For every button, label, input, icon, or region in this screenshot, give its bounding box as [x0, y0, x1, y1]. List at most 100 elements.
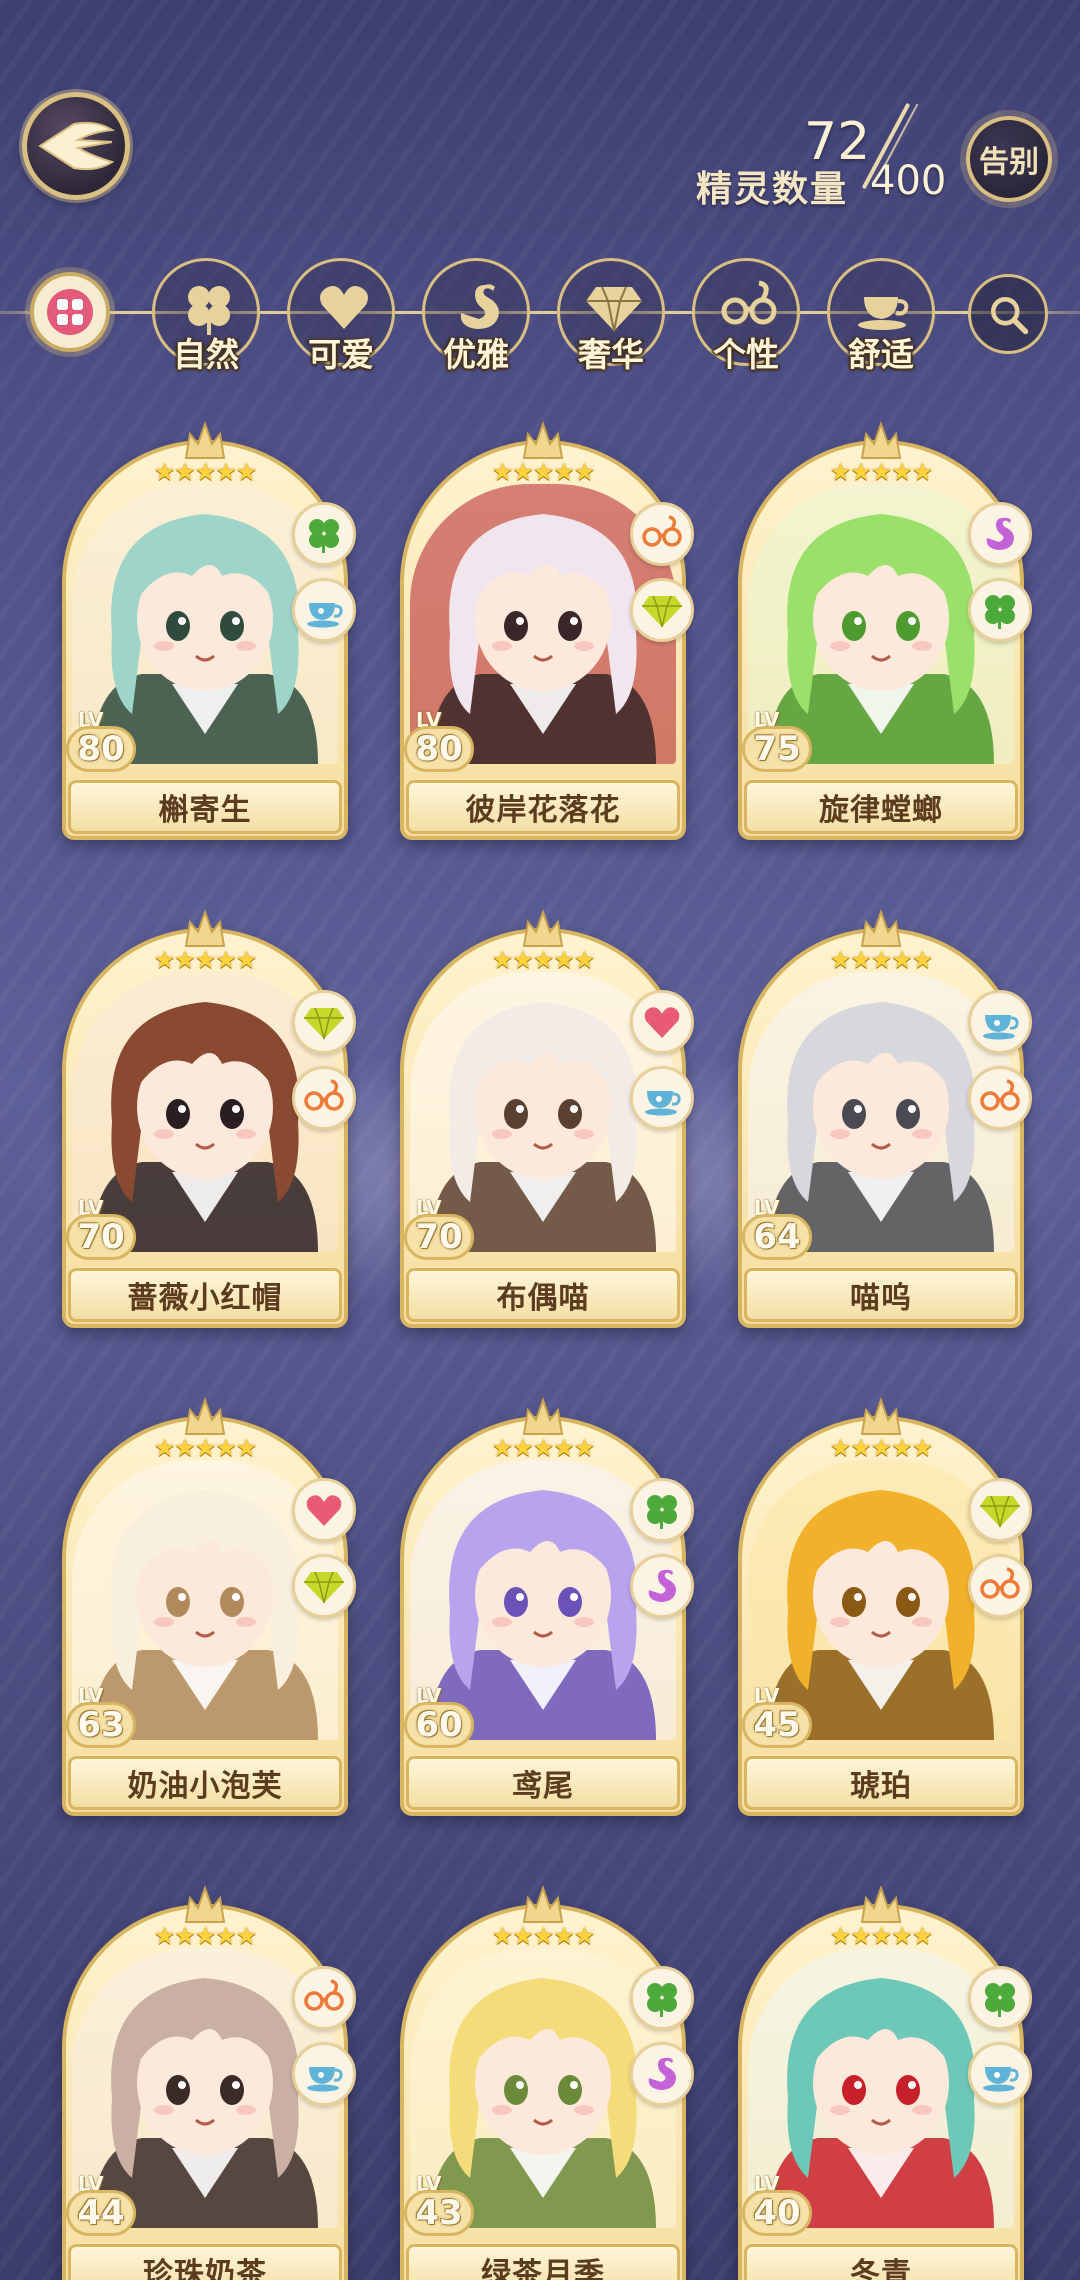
- spirit-card[interactable]: ★★★★★ LV 80 槲寄生: [62, 420, 356, 840]
- back-button[interactable]: [22, 92, 130, 200]
- crown-ornament-icon: [860, 1396, 902, 1435]
- level-value: 44: [66, 2190, 136, 2236]
- teacup-icon: [307, 2067, 343, 2092]
- spirit-card[interactable]: ★★★★★ LV 75 旋律螳螂: [738, 420, 1032, 840]
- level-value: 64: [742, 1214, 812, 1260]
- level-value: 70: [404, 1214, 474, 1260]
- trait-badge-2: [630, 578, 694, 642]
- name-plate: 喵呜: [744, 1268, 1018, 1322]
- rarity-stars: ★★★★★: [153, 946, 258, 974]
- heart-icon: [306, 1495, 342, 1526]
- spirit-name: 旋律螳螂: [819, 793, 943, 828]
- spirit-card[interactable]: ★★★★★ LV 60 鸢尾: [400, 1396, 694, 1816]
- spirit-card[interactable]: ★★★★★ LV 43 绿茶月季: [400, 1884, 694, 2280]
- spirit-name: 绿茶月季: [481, 2257, 605, 2280]
- spirit-card[interactable]: ★★★★★ LV 70 布偶喵: [400, 908, 694, 1328]
- level-value: 60: [404, 1702, 474, 1748]
- search-icon: [990, 296, 1029, 335]
- filter-elegant[interactable]: 优雅: [422, 258, 530, 374]
- level-value: 70: [66, 1214, 136, 1260]
- heart-icon: [644, 1007, 680, 1038]
- glasses-icon: [980, 1567, 1020, 1599]
- crown-ornament-icon: [522, 1396, 564, 1435]
- filter-all-button[interactable]: [30, 272, 110, 352]
- rarity-stars: ★★★★★: [829, 458, 934, 486]
- spirit-name: 槲寄生: [158, 793, 252, 828]
- rarity-stars: ★★★★★: [491, 1434, 596, 1462]
- name-plate: 蔷薇小红帽: [68, 1268, 342, 1322]
- clover-icon: [647, 1495, 677, 1529]
- swan-icon: [986, 517, 1014, 550]
- spirit-card[interactable]: ★★★★★ LV 45 琥珀: [738, 1396, 1032, 1816]
- spirit-card[interactable]: ★★★★★ LV 63 奶油小泡芙: [62, 1396, 356, 1816]
- farewell-button-label: 告别: [979, 145, 1039, 180]
- trait-badge-1: [292, 502, 356, 566]
- crown-ornament-icon: [184, 1884, 226, 1923]
- trait-badge-2: [292, 1066, 356, 1130]
- name-plate: 冬青: [744, 2244, 1018, 2280]
- spirit-name: 珍珠奶茶: [143, 2257, 267, 2280]
- rarity-stars: ★★★★★: [153, 1434, 258, 1462]
- spirit-name: 冬青: [850, 2257, 912, 2280]
- teacup-icon: [307, 603, 343, 628]
- filter-personality[interactable]: 个性: [692, 258, 800, 374]
- spirit-name: 奶油小泡芙: [127, 1769, 283, 1804]
- trait-badge-1: [630, 1478, 694, 1542]
- filter-luxury[interactable]: 奢华: [557, 258, 665, 374]
- rarity-stars: ★★★★★: [153, 1922, 258, 1950]
- teacup-icon: [983, 1015, 1019, 1040]
- diamond-icon: [304, 1571, 344, 1604]
- spirit-card[interactable]: ★★★★★ LV 70 蔷薇小红帽: [62, 908, 356, 1328]
- filter-comfort[interactable]: 舒适: [827, 258, 935, 374]
- level-value: 40: [742, 2190, 812, 2236]
- clover-icon: [985, 595, 1015, 629]
- crown-ornament-icon: [522, 908, 564, 947]
- rarity-stars: ★★★★★: [491, 1922, 596, 1950]
- trait-badge-2: [968, 578, 1032, 642]
- filter-nature[interactable]: 自然: [152, 258, 260, 374]
- diamond-icon: [642, 595, 682, 628]
- level-value: 63: [66, 1702, 136, 1748]
- teacup-icon: [645, 1091, 681, 1116]
- glasses-icon: [304, 1979, 344, 2011]
- trait-badge-1: [968, 990, 1032, 1054]
- trait-badge-2: [630, 1554, 694, 1618]
- filter-luxury-label: 奢华: [578, 335, 644, 374]
- crown-ornament-icon: [860, 1884, 902, 1923]
- rarity-stars: ★★★★★: [491, 946, 596, 974]
- spirit-name: 喵呜: [850, 1281, 912, 1316]
- crown-ornament-icon: [184, 908, 226, 947]
- spirit-name: 琥珀: [850, 1769, 912, 1804]
- name-plate: 布偶喵: [406, 1268, 680, 1322]
- spirit-card[interactable]: ★★★★★ LV 40 冬青: [738, 1884, 1032, 2280]
- trait-badge-2: [630, 2042, 694, 2106]
- name-plate: 彼岸花落花: [406, 780, 680, 834]
- trait-badge-1: [292, 1966, 356, 2030]
- spirit-count-current: 72: [804, 112, 871, 172]
- swan-icon: [648, 1569, 676, 1602]
- spirit-count-max: 400: [870, 158, 947, 204]
- spirit-card[interactable]: ★★★★★ LV 44 珍珠奶茶: [62, 1884, 356, 2280]
- trait-badge-2: [968, 2042, 1032, 2106]
- trait-badge-2: [968, 1066, 1032, 1130]
- diamond-icon: [980, 1495, 1020, 1528]
- spirit-card[interactable]: ★★★★★ LV 80 彼岸花落花: [400, 420, 694, 840]
- farewell-button[interactable]: 告别: [966, 116, 1052, 202]
- spirit-card[interactable]: ★★★★★ LV 64 喵呜: [738, 908, 1032, 1328]
- filter-nature-label: 自然: [173, 335, 239, 374]
- trait-badge-1: [292, 990, 356, 1054]
- crown-ornament-icon: [522, 1884, 564, 1923]
- crown-ornament-icon: [522, 420, 564, 459]
- level-value: 75: [742, 726, 812, 772]
- back-wing-icon: [38, 121, 116, 171]
- rarity-stars: ★★★★★: [153, 458, 258, 486]
- search-button[interactable]: [968, 274, 1048, 354]
- trait-badge-1: [630, 502, 694, 566]
- name-plate: 奶油小泡芙: [68, 1756, 342, 1810]
- spirit-name: 蔷薇小红帽: [127, 1281, 283, 1316]
- level-value: 80: [66, 726, 136, 772]
- trait-badge-2: [292, 2042, 356, 2106]
- diamond-icon: [304, 1007, 344, 1040]
- filter-cute[interactable]: 可爱: [287, 258, 395, 374]
- trait-badge-1: [630, 990, 694, 1054]
